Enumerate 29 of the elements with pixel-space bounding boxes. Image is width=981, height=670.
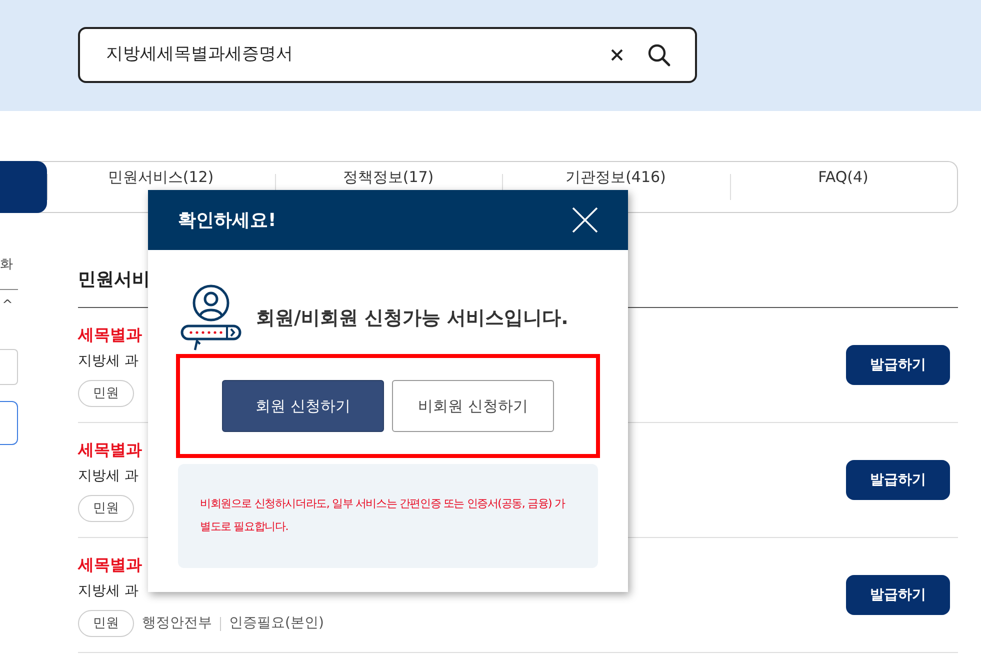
- result-description: 지방세 과: [78, 466, 140, 486]
- tag-label: 민원: [78, 380, 134, 408]
- tab[interactable]: 기관정보(416): [502, 162, 730, 212]
- sidebar-heading: 화: [0, 233, 18, 290]
- result-description: 지방세 과: [78, 352, 140, 371]
- issue-button[interactable]: 발급하기: [846, 345, 950, 385]
- tab[interactable]: FAQ(4): [730, 162, 957, 212]
- tag-label: 민원: [78, 610, 134, 638]
- section-title: 민원서비: [78, 269, 150, 290]
- sidebar-field[interactable]: [0, 349, 18, 385]
- close-icon[interactable]: [572, 207, 598, 233]
- user-password-icon: [180, 284, 242, 352]
- sidebar-button[interactable]: [0, 401, 18, 445]
- result-description: 지방세 과: [78, 582, 140, 601]
- apply-button[interactable]: 비회원 신청하기: [392, 380, 554, 432]
- clear-icon[interactable]: [611, 49, 623, 61]
- apply-button[interactable]: 회원 신청하기: [222, 380, 384, 432]
- tag-label: 민원: [78, 494, 134, 522]
- issue-button[interactable]: 발급하기: [846, 575, 950, 615]
- tab[interactable]: 정책정보(17): [274, 162, 502, 212]
- search-icon[interactable]: [647, 43, 671, 67]
- search-input[interactable]: 지방세세목별과세증명서: [104, 41, 611, 69]
- caret-icon[interactable]: ^: [0, 290, 12, 315]
- search-field[interactable]: 지방세세목별과세증명서: [78, 27, 697, 83]
- agency-label: 행정안전부: [142, 614, 212, 633]
- auth-label: 인증필요(본인): [229, 614, 324, 633]
- issue-button[interactable]: 발급하기: [846, 460, 950, 500]
- notice-text: 비회원으로 신청하시더라도, 일부 서비스는 간편인증 또는 인증서(공동, 금융) 가 별도로 필요합니다.: [178, 464, 598, 568]
- dialog-message: 회원/비회원 신청가능 서비스입니다.: [256, 306, 568, 331]
